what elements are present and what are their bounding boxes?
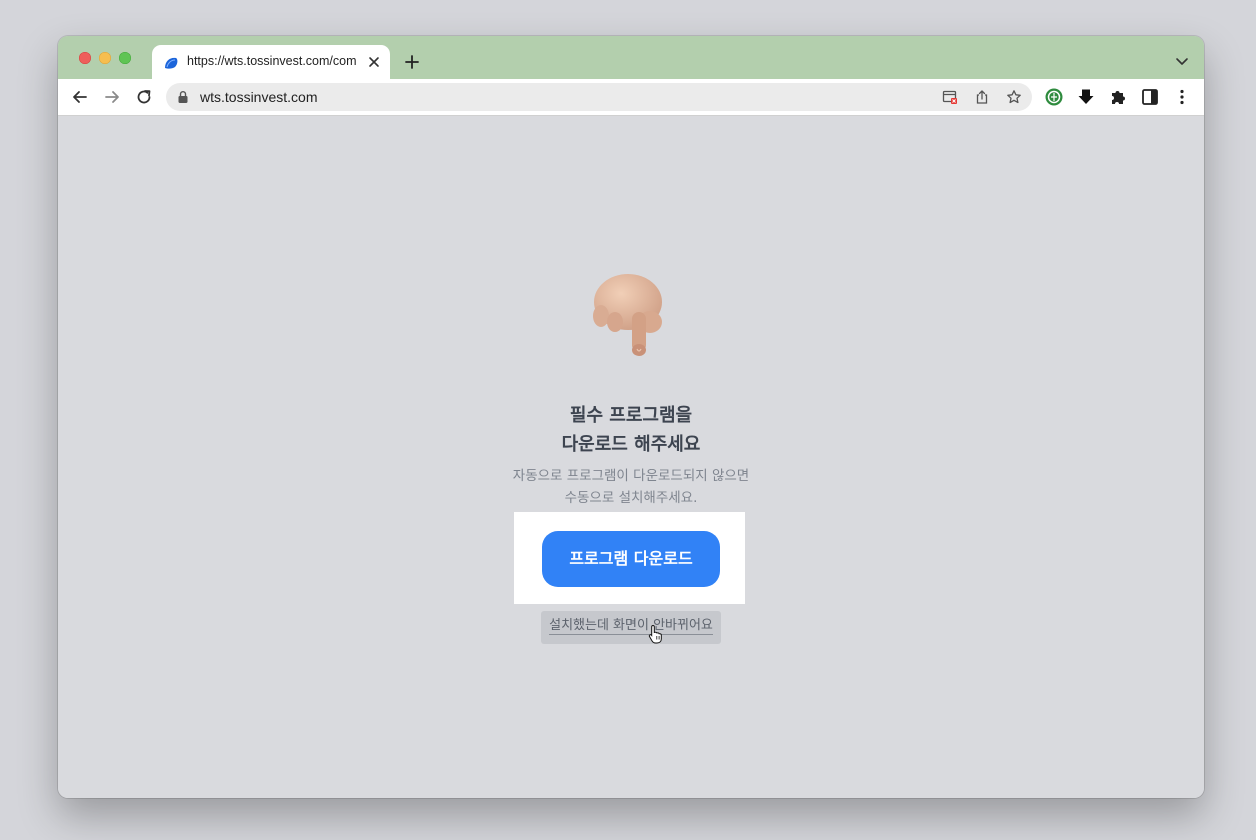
- popup-blocked-icon[interactable]: [942, 89, 958, 105]
- url-text[interactable]: wts.tossinvest.com: [200, 89, 317, 105]
- download-button-highlight: 프로그램 다운로드: [514, 512, 745, 604]
- page-title-line1: 필수 프로그램을: [569, 405, 693, 426]
- hand-pointer-cursor-icon: [648, 624, 662, 644]
- side-panel-icon[interactable]: [1140, 87, 1160, 107]
- minimize-window-button[interactable]: [99, 52, 111, 64]
- maximize-window-button[interactable]: [119, 52, 131, 64]
- page-subtitle: 자동으로 프로그램이 다운로드되지 않으면 수동으로 설치해주세요.: [431, 465, 831, 509]
- browser-tab[interactable]: https://wts.tossinvest.com/com: [152, 45, 390, 79]
- close-window-button[interactable]: [79, 52, 91, 64]
- page-subtitle-line2: 수동으로 설치해주세요.: [564, 490, 698, 506]
- extensions-puzzle-icon[interactable]: [1108, 87, 1128, 107]
- new-tab-icon[interactable]: [403, 53, 421, 71]
- browser-window: https://wts.tossinvest.com/com wts.tossi…: [58, 36, 1204, 798]
- tab-strip: https://wts.tossinvest.com/com: [58, 36, 1204, 79]
- installed-link-label[interactable]: 설치했는데 화면이 안바뀌어요: [549, 618, 713, 635]
- address-bar[interactable]: wts.tossinvest.com: [166, 83, 1032, 111]
- program-download-button[interactable]: 프로그램 다운로드: [542, 531, 720, 587]
- back-arrow-icon[interactable]: [70, 87, 90, 107]
- toss-favicon-icon: [165, 57, 178, 69]
- pointing-down-hand-icon: [593, 274, 662, 356]
- page-title-line2: 다운로드 해주세요: [561, 434, 701, 455]
- lock-icon[interactable]: [177, 90, 189, 104]
- tab-search-chevron-icon[interactable]: [1175, 54, 1189, 68]
- forward-arrow-icon[interactable]: [102, 87, 122, 107]
- bookmark-star-icon[interactable]: [1006, 89, 1022, 105]
- installed-but-not-changed-link[interactable]: 설치했는데 화면이 안바뀌어요: [541, 611, 721, 644]
- close-tab-icon[interactable]: [367, 55, 381, 69]
- page-subtitle-line1: 자동으로 프로그램이 다운로드되지 않으면: [512, 468, 750, 484]
- share-icon[interactable]: [974, 89, 990, 105]
- more-menu-icon[interactable]: [1172, 87, 1192, 107]
- reload-icon[interactable]: [134, 87, 154, 107]
- page-content: 필수 프로그램을 다운로드 해주세요 자동으로 프로그램이 다운로드되지 않으면…: [58, 116, 1204, 798]
- download-extension-icon[interactable]: [1076, 87, 1096, 107]
- page-title: 필수 프로그램을 다운로드 해주세요: [431, 401, 831, 459]
- extension-green-shield-icon[interactable]: [1044, 87, 1064, 107]
- tab-title: https://wts.tossinvest.com/com: [187, 54, 357, 68]
- browser-toolbar: wts.tossinvest.com: [58, 79, 1204, 116]
